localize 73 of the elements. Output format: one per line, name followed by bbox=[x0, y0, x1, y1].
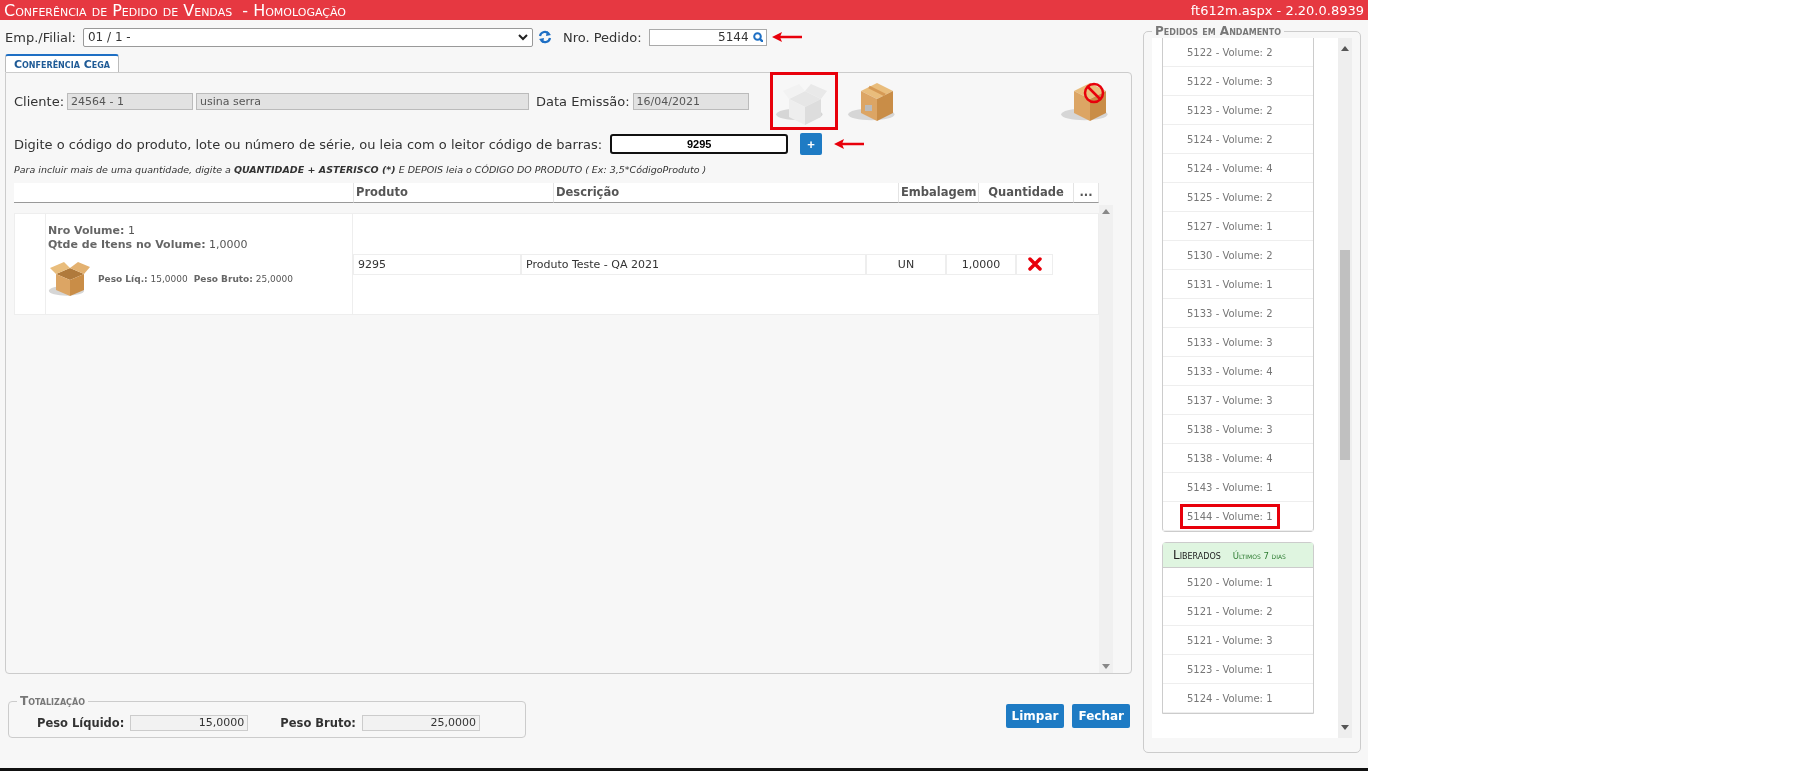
order-list-item[interactable]: 5131 - Volume: 1 bbox=[1180, 271, 1280, 297]
scroll-down-icon[interactable] bbox=[1102, 664, 1110, 669]
product-code-field[interactable]: 9295 bbox=[610, 134, 789, 154]
branch-select[interactable]: 01 / 1 - bbox=[82, 27, 533, 47]
column-header: Produto bbox=[354, 183, 554, 203]
chevron-down-icon bbox=[517, 33, 528, 41]
net-weight-label: Peso Líquido: bbox=[37, 715, 125, 730]
search-icon[interactable] bbox=[752, 32, 763, 42]
gross-weight-text: Peso Bruto: 25,0000 bbox=[193, 274, 293, 284]
empty-box-icon[interactable] bbox=[769, 72, 838, 130]
version-label: ft612m.aspx - 2.20.0.8939 bbox=[1190, 2, 1364, 18]
column-header: Quantidade bbox=[979, 183, 1074, 203]
gross-weight-label: Peso Bruto: bbox=[280, 715, 356, 730]
order-list-item[interactable]: 5144 - Volume: 1 bbox=[1180, 503, 1280, 529]
client-name-field: usina serra bbox=[196, 92, 529, 110]
add-button[interactable]: + bbox=[800, 133, 823, 155]
order-list-item[interactable]: 5133 - Volume: 3 bbox=[1180, 329, 1280, 355]
gross-weight-field: 25,0000 bbox=[361, 714, 480, 731]
scan-label: Digite o código do produto, lote ou número de série, ou leia com o leitor código de barras: bbox=[14, 136, 603, 152]
net-weight-text: Peso Líq.: 15,0000 bbox=[98, 274, 188, 284]
order-list-item[interactable]: 5124 - Volume: 1 bbox=[1180, 685, 1280, 711]
client-label: Cliente: bbox=[14, 93, 64, 109]
order-list-item[interactable]: 5130 - Volume: 2 bbox=[1180, 242, 1280, 268]
order-list-item[interactable]: 5124 - Volume: 2 bbox=[1180, 126, 1280, 152]
issue-date-field: 16/04/2021 bbox=[632, 92, 749, 110]
column-header: Embalagem bbox=[899, 183, 979, 203]
order-list-item[interactable]: 5121 - Volume: 2 bbox=[1180, 598, 1280, 624]
order-list-item[interactable]: 5138 - Volume: 4 bbox=[1180, 445, 1280, 471]
column-header: ... bbox=[1074, 183, 1099, 203]
order-list-item[interactable]: 5125 - Volume: 2 bbox=[1180, 184, 1280, 210]
tab[interactable]: Conferência Cega bbox=[5, 54, 119, 72]
window-title: Conferência de Pedido de Vendas - Homologação bbox=[4, 0, 346, 20]
client-code-field: 24564 - 1 bbox=[67, 92, 193, 110]
totals-title: Totalização bbox=[19, 694, 86, 708]
close-button[interactable]: Fechar bbox=[1072, 704, 1130, 728]
order-list-item[interactable]: 5122 - Volume: 2 bbox=[1180, 39, 1280, 65]
order-list-item[interactable]: 5133 - Volume: 2 bbox=[1180, 300, 1280, 326]
order-list-item[interactable]: 5137 - Volume: 3 bbox=[1180, 387, 1280, 413]
order-number-field[interactable]: 5144 bbox=[648, 28, 767, 46]
column-header: Descrição bbox=[554, 183, 899, 203]
released-title: Liberados bbox=[1173, 548, 1221, 562]
volume-number-text: Nro Volume: 1 bbox=[48, 224, 136, 237]
table-cell: Produto Teste - QA 2021 bbox=[521, 253, 866, 275]
instruction-text: Para incluir mais de uma quantidade, digite a QUANTIDADE + ASTERISCO (*) E DEPOIS leia o CÓDIGO DO PRODUTO ( Ex: 3,5*CódigoProduto ) bbox=[14, 163, 708, 177]
issue-date-label: Data Emissão: bbox=[536, 93, 630, 109]
panel-title: Pedidos em Andamento bbox=[1154, 24, 1283, 38]
released-subtitle: Últimos 7 dias bbox=[1232, 551, 1286, 561]
scrollbar[interactable] bbox=[1338, 38, 1352, 738]
items-count-text: Qtde de Itens no Volume: 1,0000 bbox=[48, 238, 249, 251]
order-label: Nro. Pedido: bbox=[562, 29, 642, 45]
order-list-item[interactable]: 5121 - Volume: 3 bbox=[1180, 627, 1280, 653]
scroll-up-icon[interactable] bbox=[1102, 209, 1110, 214]
order-list-item[interactable]: 5143 - Volume: 1 bbox=[1180, 474, 1280, 500]
order-list-item[interactable]: 5138 - Volume: 3 bbox=[1180, 416, 1280, 442]
scrollbar-thumb[interactable] bbox=[1340, 250, 1350, 460]
clear-button[interactable]: Limpar bbox=[1005, 704, 1065, 728]
delete-icon[interactable] bbox=[1027, 257, 1042, 271]
order-list-item[interactable]: 5124 - Volume: 4 bbox=[1180, 155, 1280, 181]
scrollbar[interactable] bbox=[1099, 205, 1113, 673]
net-weight-field: 15,0000 bbox=[130, 714, 249, 731]
order-list-item[interactable]: 5120 - Volume: 1 bbox=[1180, 569, 1280, 595]
table-cell: UN bbox=[866, 253, 946, 275]
scroll-down-icon[interactable] bbox=[1341, 725, 1349, 730]
order-list-item[interactable]: 5123 - Volume: 2 bbox=[1180, 97, 1280, 123]
order-list-item[interactable]: 5127 - Volume: 1 bbox=[1180, 213, 1280, 239]
order-list-item[interactable]: 5122 - Volume: 3 bbox=[1180, 68, 1280, 94]
refresh-icon[interactable] bbox=[537, 29, 552, 45]
scroll-up-icon[interactable] bbox=[1341, 46, 1349, 51]
table-cell: 9295 bbox=[353, 253, 521, 275]
branch-label: Emp./Filial: bbox=[5, 29, 76, 45]
order-list-item[interactable]: 5133 - Volume: 4 bbox=[1180, 358, 1280, 384]
table-cell: 1,0000 bbox=[946, 253, 1016, 275]
order-list-item[interactable]: 5123 - Volume: 1 bbox=[1180, 656, 1280, 682]
